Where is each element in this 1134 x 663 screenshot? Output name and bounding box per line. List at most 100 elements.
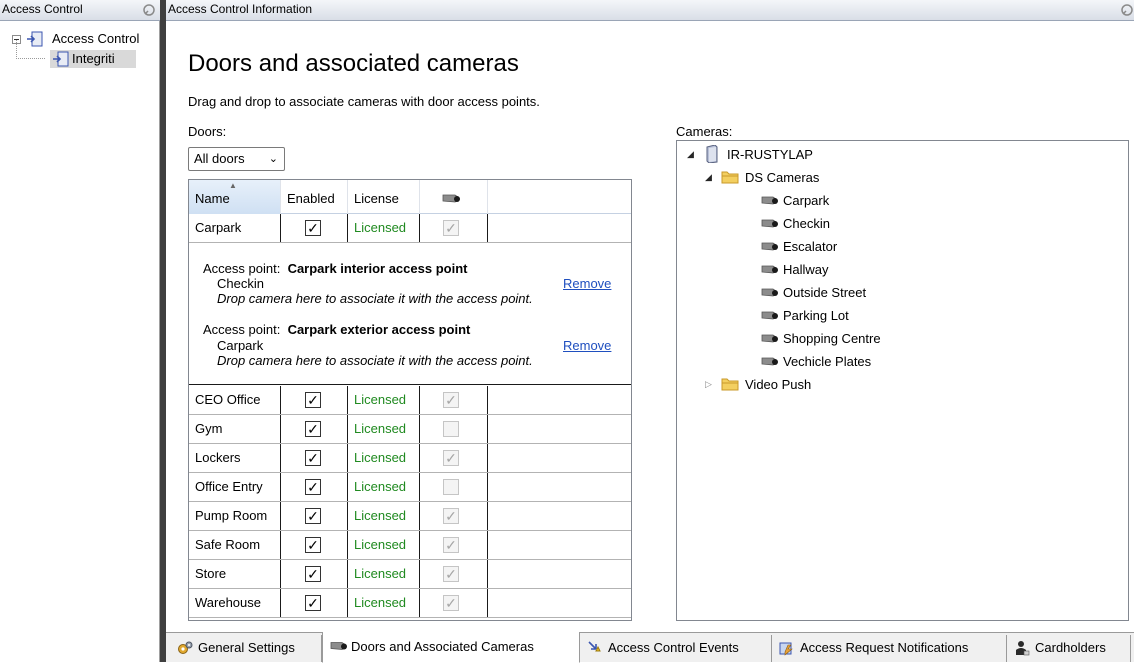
carpark-access-points: Access point: Carpark interior access po… — [189, 243, 631, 385]
tree-item-label: Shopping Centre — [783, 331, 881, 346]
camera-icon — [761, 242, 778, 251]
camera-checkbox: ✓ — [443, 392, 459, 408]
right-pane-header: Access Control Information — [166, 0, 1134, 21]
table-row[interactable]: CEO Office ✓ Licensed ✓ — [189, 386, 631, 415]
access-control-information-panel: Doors and associated cameras Drag and dr… — [166, 22, 1134, 632]
tree-item-integriti[interactable]: Integriti — [50, 50, 136, 68]
table-row[interactable]: Lockers ✓ Licensed ✓ — [189, 444, 631, 473]
tab-access-request-notifications[interactable]: Access Request Notifications — [772, 635, 1007, 662]
enabled-checkbox[interactable]: ✓ — [305, 537, 321, 553]
access-point-title: Access point: Carpark exterior access po… — [203, 322, 470, 337]
camera-icon — [761, 196, 778, 205]
enabled-checkbox[interactable]: ✓ — [305, 479, 321, 495]
camera-checkbox: ✓ — [443, 595, 459, 611]
expanded-arrow-icon[interactable]: ◢ — [705, 166, 712, 189]
remove-link[interactable]: Remove — [563, 276, 611, 291]
door-name: Safe Room — [189, 531, 281, 559]
column-header-camera[interactable] — [420, 180, 488, 214]
column-header-enabled[interactable]: Enabled — [281, 180, 348, 214]
enabled-checkbox[interactable]: ✓ — [305, 595, 321, 611]
license-status: Licensed — [348, 386, 420, 414]
table-row[interactable]: Pump Room ✓ Licensed ✓ — [189, 502, 631, 531]
site-navigation-pane: Access Control Access Control Integriti — [0, 0, 160, 662]
tab-doors-and-associated-cameras[interactable]: Doors and Associated Cameras — [322, 632, 580, 663]
camera-checkbox: ✓ — [443, 508, 459, 524]
enabled-cell: ✓ — [281, 473, 348, 501]
tree-item-label: Hallway — [783, 262, 829, 277]
tree-item-label: Outside Street — [783, 285, 867, 300]
sort-ascending-icon: ▲ — [229, 181, 237, 190]
tree-item-label: Escalator — [783, 239, 838, 254]
camera-icon — [761, 219, 778, 228]
access-point-prefix: Access point: — [203, 261, 281, 276]
enabled-checkbox[interactable]: ✓ — [305, 450, 321, 466]
door-name: Gym — [189, 415, 281, 443]
associated-camera: Carpark — [217, 338, 264, 353]
enabled-checkbox[interactable]: ✓ — [305, 421, 321, 437]
camera-cell: ✓ — [420, 589, 488, 617]
camera-icon — [761, 357, 778, 366]
license-status: Licensed — [348, 415, 420, 443]
expanded-arrow-icon[interactable]: ◢ — [687, 143, 694, 166]
table-row[interactable]: Warehouse ✓ Licensed ✓ — [189, 589, 631, 618]
door-name: Carpark — [189, 214, 281, 242]
doors-filter-value: All doors — [194, 151, 245, 166]
server-icon — [706, 145, 718, 163]
cameras-tree: ◢ IR-RUSTYLAP ◢ DS Cameras Carpark Check… — [676, 140, 1129, 621]
camera-cell: ✓ — [420, 444, 488, 472]
camera-icon — [761, 265, 778, 274]
enabled-cell: ✓ — [281, 502, 348, 530]
remove-link[interactable]: Remove — [563, 338, 611, 353]
table-row[interactable]: Office Entry ✓ Licensed — [189, 473, 631, 502]
camera-icon — [761, 311, 778, 320]
door-name: Pump Room — [189, 502, 281, 530]
tab-cardholders[interactable]: Cardholders — [1007, 635, 1131, 662]
drop-zone-hint[interactable]: Drop camera here to associate it with th… — [217, 291, 533, 306]
pin-icon[interactable] — [142, 3, 156, 17]
column-header-label: Name — [195, 191, 230, 206]
table-row[interactable]: Store ✓ Licensed ✓ — [189, 560, 631, 589]
license-status: Licensed — [348, 589, 420, 617]
tab-access-control-events[interactable]: Access Control Events — [580, 635, 772, 662]
license-status: Licensed — [348, 444, 420, 472]
column-header-name[interactable]: ▲ Name — [189, 180, 281, 214]
page-subtitle: Drag and drop to associate cameras with … — [188, 94, 540, 109]
enabled-checkbox[interactable]: ✓ — [305, 508, 321, 524]
doors-filter-dropdown[interactable]: All doors ⌄ — [188, 147, 285, 171]
folder-icon — [721, 378, 739, 391]
grid-header: ▲ Name Enabled License — [189, 180, 631, 214]
camera-checkbox — [443, 479, 459, 495]
column-header-license[interactable]: License — [348, 180, 420, 214]
license-status: Licensed — [348, 473, 420, 501]
table-row[interactable]: Carpark ✓ Licensed ✓ — [189, 214, 631, 243]
enabled-checkbox[interactable]: ✓ — [305, 392, 321, 408]
camera-cell: ✓ — [420, 531, 488, 559]
tree-item-label: Carpark — [783, 193, 830, 208]
camera-checkbox — [443, 421, 459, 437]
left-pane-title: Access Control — [2, 2, 83, 16]
tab-general-settings[interactable]: General Settings — [170, 635, 322, 662]
camera-icon — [442, 194, 460, 203]
events-icon — [588, 641, 601, 652]
column-header-label: Enabled — [287, 191, 335, 206]
column-header-label: License — [354, 191, 399, 206]
access-control-icon — [53, 51, 69, 67]
camera-cell: ✓ — [420, 214, 488, 242]
enabled-checkbox[interactable]: ✓ — [305, 566, 321, 582]
table-row[interactable]: Gym ✓ Licensed — [189, 415, 631, 444]
tab-label: Doors and Associated Cameras — [351, 639, 534, 654]
access-point-name: Carpark exterior access point — [287, 322, 471, 337]
associated-camera: Checkin — [217, 276, 264, 291]
door-name: Office Entry — [189, 473, 281, 501]
pin-icon[interactable] — [1120, 3, 1134, 17]
cardholder-icon — [1016, 641, 1030, 656]
tree-connector — [16, 40, 46, 59]
tree-item-label: Integriti — [72, 51, 115, 66]
drop-zone-hint[interactable]: Drop camera here to associate it with th… — [217, 353, 533, 368]
collapsed-arrow-icon[interactable]: ▷ — [705, 373, 712, 396]
camera-checkbox: ✓ — [443, 220, 459, 236]
enabled-cell: ✓ — [281, 589, 348, 617]
door-name: Lockers — [189, 444, 281, 472]
table-row[interactable]: Safe Room ✓ Licensed ✓ — [189, 531, 631, 560]
enabled-checkbox[interactable]: ✓ — [305, 220, 321, 236]
